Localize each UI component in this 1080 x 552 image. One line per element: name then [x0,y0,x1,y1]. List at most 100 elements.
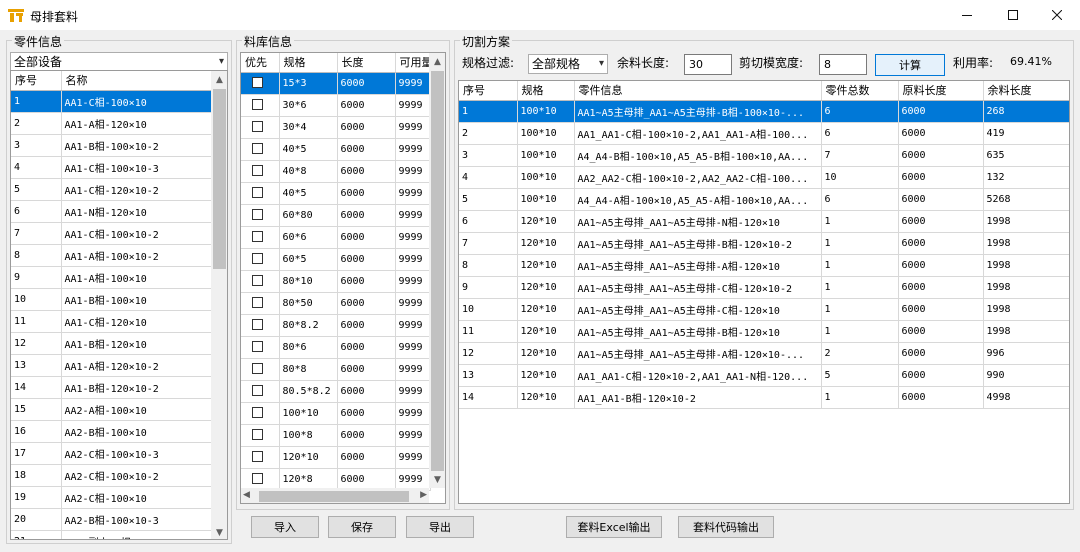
table-row[interactable]: 17 AA2-C相-100×10-3 [11,442,213,465]
priority-cell[interactable] [241,160,280,183]
table-row[interactable]: 40*8 6000 9999 [241,160,431,183]
save-button[interactable]: 保存 [328,516,396,538]
scroll-thumb[interactable] [259,491,409,502]
calculate-button[interactable]: 计算 [875,54,945,76]
table-row[interactable]: 1 AA1-C相-100×10 [11,90,213,113]
table-row[interactable]: 13 120*10 AA1_AA1-C相-120×10-2,AA1_AA1-N相-1… [459,364,1069,387]
stock-scrollbar[interactable]: ▲ ▼ [429,53,445,488]
table-row[interactable]: 40*5 6000 9999 [241,182,431,205]
table-row[interactable]: 30*6 6000 9999 [241,94,431,117]
close-button[interactable] [1034,0,1080,30]
table-row[interactable]: 7 120*10 AA1~A5主母排_AA1~A5主母排-B相-120×10-2 1 6… [459,232,1069,255]
priority-checkbox[interactable] [252,165,263,177]
priority-cell[interactable] [241,468,280,491]
table-row[interactable]: 19 AA2-C相-100×10 [11,486,213,509]
plan-table-column-header[interactable]: 序号 [459,81,518,101]
priority-checkbox[interactable] [252,231,263,243]
minimize-button[interactable] [944,0,990,30]
scroll-thumb[interactable] [431,71,444,471]
priority-cell[interactable] [241,182,280,205]
priority-cell[interactable] [241,424,280,447]
priority-checkbox[interactable] [252,209,263,221]
scroll-right-icon[interactable]: ▶ [420,490,427,500]
parts-scrollbar[interactable]: ▲ ▼ [211,71,227,539]
table-row[interactable]: 30*4 6000 9999 [241,116,431,139]
table-row[interactable]: 3 AA1-B相-100×10-2 [11,134,213,157]
table-row[interactable]: 100*8 6000 9999 [241,424,431,447]
export-button[interactable]: 导出 [406,516,474,538]
priority-checkbox[interactable] [252,451,263,463]
spec-filter-select[interactable]: 全部规格 ▾ [528,54,608,74]
scroll-up-icon[interactable]: ▲ [211,71,227,88]
table-row[interactable]: 18 AA2-C相-100×10-2 [11,464,213,487]
priority-cell[interactable] [241,446,280,469]
priority-checkbox[interactable] [252,319,263,331]
table-row[interactable]: 120*10 6000 9999 [241,446,431,469]
table-row[interactable]: 100*10 6000 9999 [241,402,431,425]
stock-table-column-header[interactable]: 规格 [279,53,338,73]
priority-cell[interactable] [241,226,280,249]
table-row[interactable]: 80*8 6000 9999 [241,358,431,381]
priority-checkbox[interactable] [252,363,263,375]
priority-checkbox[interactable] [252,253,263,265]
table-row[interactable]: 14 AA1-B相-120×10-2 [11,376,213,399]
table-row[interactable]: 80*8.2 6000 9999 [241,314,431,337]
import-button[interactable]: 导入 [251,516,319,538]
code-export-button[interactable]: 套料代码输出 [678,516,774,538]
table-row[interactable]: 40*5 6000 9999 [241,138,431,161]
table-row[interactable]: 8 120*10 AA1~A5主母排_AA1~A5主母排-A相-120×10 1 600… [459,254,1069,277]
priority-checkbox[interactable] [252,473,263,485]
parts-table-column-header[interactable]: 名称 [61,71,213,91]
priority-checkbox[interactable] [252,77,263,89]
table-row[interactable]: 9 AA1-A相-100×10 [11,266,213,289]
priority-cell[interactable] [241,358,280,381]
table-row[interactable]: 5 AA1-C相-120×10-2 [11,178,213,201]
priority-cell[interactable] [241,270,280,293]
priority-cell[interactable] [241,402,280,425]
priority-cell[interactable] [241,138,280,161]
excel-export-button[interactable]: 套料Excel输出 [566,516,662,538]
maximize-button[interactable] [990,0,1036,30]
table-row[interactable]: 21AA2-副本-C相-100×10-2 [11,530,213,539]
table-row[interactable]: 14 120*10 AA1_AA1-B相-120×10-2 1 6000 4998 [459,386,1069,409]
table-row[interactable]: 11 120*10 AA1~A5主母排_AA1~A5主母排-B相-120×10 1 60… [459,320,1069,343]
scroll-down-icon[interactable]: ▼ [211,524,227,539]
table-row[interactable]: 16 AA2-B相-100×10 [11,420,213,443]
priority-checkbox[interactable] [252,429,263,441]
remain-length-input[interactable]: 30 [684,54,732,75]
stock-table-column-header[interactable]: 优先 [241,53,280,73]
table-row[interactable]: 4 100*10 AA2_AA2-C相-100×10-2,AA2_AA2-C相-10… [459,166,1069,189]
table-row[interactable]: 10 AA1-B相-100×10 [11,288,213,311]
stock-table-column-header[interactable]: 可用量 [395,53,431,73]
priority-cell[interactable] [241,94,280,117]
table-row[interactable]: 60*80 6000 9999 [241,204,431,227]
table-row[interactable]: 6 120*10 AA1~A5主母排_AA1~A5主母排-N相-120×10 1 600… [459,210,1069,233]
table-row[interactable]: 80*6 6000 9999 [241,336,431,359]
plan-table-column-header[interactable]: 零件总数 [821,81,899,101]
table-row[interactable]: 80*10 6000 9999 [241,270,431,293]
table-row[interactable]: 2 AA1-A相-120×10 [11,112,213,135]
table-row[interactable]: 15*3 6000 9999 [241,72,431,95]
table-row[interactable]: 7 AA1-C相-100×10-2 [11,222,213,245]
priority-checkbox[interactable] [252,297,263,309]
priority-cell[interactable] [241,72,280,95]
priority-checkbox[interactable] [252,143,263,155]
plan-table-column-header[interactable]: 原料长度 [898,81,984,101]
table-row[interactable]: 12 AA1-B相-120×10 [11,332,213,355]
scroll-up-icon[interactable]: ▲ [429,53,445,70]
plan-table-column-header[interactable]: 零件信息 [574,81,822,101]
table-row[interactable]: 4 AA1-C相-100×10-3 [11,156,213,179]
priority-cell[interactable] [241,336,280,359]
table-row[interactable]: 6 AA1-N相-120×10 [11,200,213,223]
table-row[interactable]: 2 100*10 AA1_AA1-C相-100×10-2,AA1_AA1-A相-10… [459,122,1069,145]
table-row[interactable]: 5 100*10 A4_A4-A相-100×10,A5_A5-A相-100×10,A… [459,188,1069,211]
priority-checkbox[interactable] [252,121,263,133]
priority-checkbox[interactable] [252,341,263,353]
priority-checkbox[interactable] [252,275,263,287]
priority-checkbox[interactable] [252,385,263,397]
priority-cell[interactable] [241,292,280,315]
plan-table-column-header[interactable]: 规格 [517,81,575,101]
priority-cell[interactable] [241,380,280,403]
priority-cell[interactable] [241,116,280,139]
priority-cell[interactable] [241,314,280,337]
